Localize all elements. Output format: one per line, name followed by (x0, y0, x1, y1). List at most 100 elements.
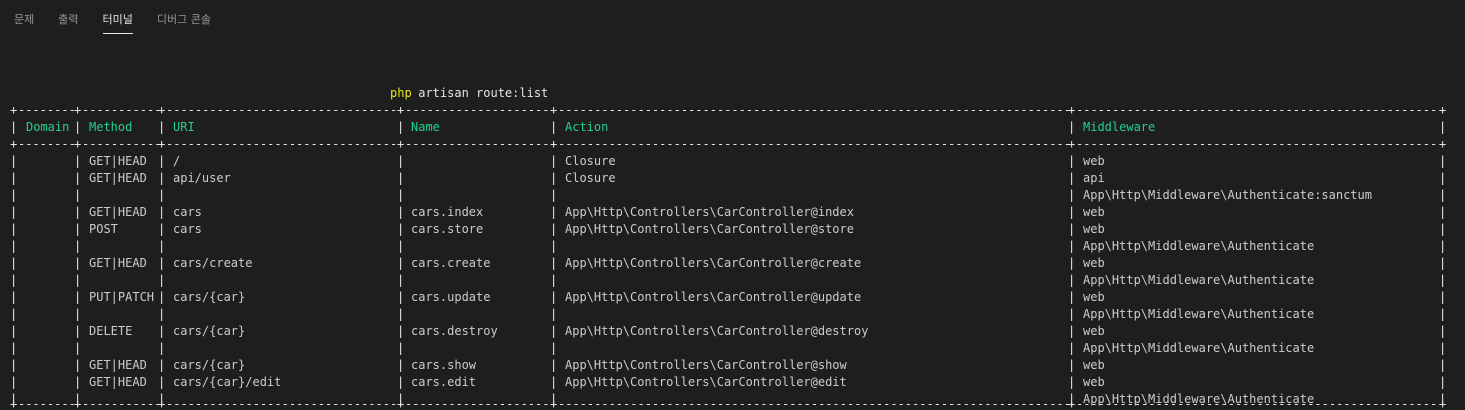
column-separator: | (550, 273, 558, 287)
cell-action: App\Http\Controllers\CarController@edit (565, 375, 847, 389)
column-separator: | (10, 256, 18, 270)
column-separator: | (1068, 256, 1076, 270)
column-separator: | (74, 188, 82, 202)
cell-method: PUT|PATCH (89, 290, 155, 304)
column-separator: | (158, 392, 166, 406)
column-separator: | (1439, 358, 1447, 372)
cell-method: DELETE (89, 324, 133, 338)
column-separator: | (158, 120, 166, 134)
column-separator: | (1439, 120, 1447, 134)
cell-action: App\Http\Controllers\CarController@show (565, 358, 847, 372)
column-separator: | (1439, 188, 1447, 202)
column-header-name: Name (411, 120, 440, 134)
cell-middleware: web (1083, 375, 1105, 389)
column-separator: | (550, 239, 558, 253)
border-corner: + (1068, 103, 1076, 117)
column-separator: | (1068, 120, 1076, 134)
column-separator: | (10, 290, 18, 304)
column-separator: | (397, 290, 405, 304)
column-separator: | (397, 273, 405, 287)
border-dashes: ----------------------------------------… (558, 137, 1071, 151)
column-separator: | (158, 256, 166, 270)
column-separator: | (1439, 239, 1447, 253)
column-separator: | (1068, 171, 1076, 185)
column-separator: | (10, 154, 18, 168)
column-separator: | (10, 307, 18, 321)
column-separator: | (397, 120, 405, 134)
border-corner: + (74, 103, 82, 117)
column-separator: | (550, 290, 558, 304)
column-separator: | (10, 171, 18, 185)
column-separator: | (1439, 307, 1447, 321)
column-separator: | (74, 171, 82, 185)
cell-action: Closure (565, 171, 616, 185)
column-separator: | (550, 324, 558, 338)
border-dashes: -------- (18, 397, 76, 410)
cell-name: cars.show (411, 358, 477, 372)
border-dashes: -------------------- (405, 397, 550, 410)
cell-uri: / (173, 154, 181, 168)
cell-action: App\Http\Controllers\CarController@store (565, 222, 854, 236)
column-header-action: Action (565, 120, 609, 134)
column-separator: | (74, 120, 82, 134)
column-separator: | (1068, 358, 1076, 372)
column-separator: | (74, 256, 82, 270)
column-separator: | (397, 324, 405, 338)
border-dashes: ----------------------------------------… (558, 103, 1071, 117)
column-separator: | (10, 120, 18, 134)
column-separator: | (550, 307, 558, 321)
column-separator: | (158, 154, 166, 168)
column-separator: | (10, 205, 18, 219)
cell-middleware: App\Http\Middleware\Authenticate (1083, 307, 1315, 321)
column-separator: | (550, 222, 558, 236)
column-separator: | (1068, 188, 1076, 202)
cell-action: Closure (565, 154, 616, 168)
column-separator: | (1439, 171, 1447, 185)
cell-uri: cars/{car} (173, 324, 246, 338)
border-dashes: -------------------------------- (166, 103, 398, 117)
column-separator: | (158, 324, 166, 338)
cell-uri: cars/{car}/edit (173, 375, 282, 389)
column-separator: | (158, 273, 166, 287)
cell-method: GET|HEAD (89, 256, 147, 270)
column-separator: | (397, 307, 405, 321)
column-separator: | (1439, 341, 1447, 355)
border-corner: + (550, 103, 558, 117)
border-corner: + (10, 137, 18, 151)
column-separator: | (1439, 290, 1447, 304)
column-separator: | (74, 358, 82, 372)
cell-middleware: web (1083, 205, 1105, 219)
cell-name: cars.create (411, 256, 491, 270)
column-separator: | (158, 358, 166, 372)
cell-name: cars.update (411, 290, 491, 304)
border-corner: + (158, 103, 166, 117)
column-separator: | (74, 239, 82, 253)
column-separator: | (1439, 256, 1447, 270)
border-dashes: -------------------------------- (166, 397, 398, 410)
border-corner: + (158, 137, 166, 151)
column-separator: | (10, 273, 18, 287)
column-separator: | (74, 375, 82, 389)
column-separator: | (10, 358, 18, 372)
column-separator: | (10, 341, 18, 355)
column-separator: | (10, 188, 18, 202)
column-separator: | (397, 256, 405, 270)
cell-middleware: App\Http\Middleware\Authenticate (1083, 239, 1315, 253)
column-separator: | (1068, 205, 1076, 219)
column-separator: | (158, 341, 166, 355)
column-separator: | (397, 375, 405, 389)
cell-middleware: api (1083, 171, 1105, 185)
border-corner: + (1068, 137, 1076, 151)
column-separator: | (158, 171, 166, 185)
column-separator: | (1068, 307, 1076, 321)
cell-middleware: web (1083, 290, 1105, 304)
column-separator: | (10, 392, 18, 406)
column-separator: | (397, 222, 405, 236)
cell-middleware: App\Http\Middleware\Authenticate:sanctum (1083, 188, 1372, 202)
border-corner: + (10, 103, 18, 117)
border-corner: + (397, 103, 405, 117)
cell-middleware: web (1083, 256, 1105, 270)
terminal-output[interactable]: php artisan route:list + -------- + -------… (0, 0, 1465, 410)
border-dashes: ----------- (82, 103, 162, 117)
column-separator: | (1068, 154, 1076, 168)
